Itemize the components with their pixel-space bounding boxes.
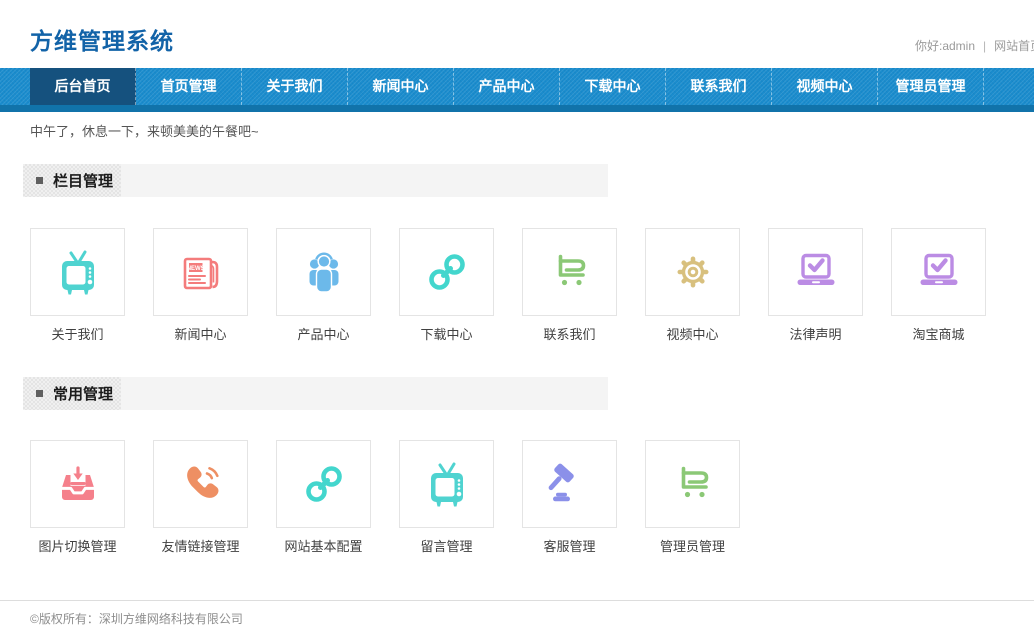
shortcut-label: 新闻中心 [153,326,248,344]
nav-tab-label: 新闻中心 [373,78,429,94]
shortcut-card[interactable] [891,228,986,316]
shortcut-label: 视频中心 [645,326,740,344]
nav-tab-label: 后台首页 [55,78,111,94]
section: 常用管理 图片切换管理 友情链接管理 网站基本配置 留言管理 客服管理 [0,377,1034,556]
welcome-message: 中午了，休息一下，来顿美美的午餐吧~ [30,124,1034,140]
shortcut-card[interactable] [645,228,740,316]
shortcut-card[interactable] [768,228,863,316]
shortcut-cell: 客服管理 [522,440,617,556]
shortcut-cell: 视频中心 [645,228,740,344]
shortcut-label: 联系我们 [522,326,617,344]
shortcut-cell: 产品中心 [276,228,371,344]
shortcut-cell: 图片切换管理 [30,440,125,556]
shortcut-cell: 淘宝商城 [891,228,986,344]
nav-tab-3[interactable]: 关于我们 [242,68,348,105]
shortcut-cell: 网站基本配置 [276,440,371,556]
shortcut-label: 友情链接管理 [153,538,248,556]
nav-tab-4[interactable]: 新闻中心 [348,68,454,105]
shortcut-label: 关于我们 [30,326,125,344]
nav-bar: 后台首页 首页管理 关于我们 新闻中心 产品中心 下载中心 联系我们 视频中心 … [0,68,1034,105]
cart-icon [546,248,594,296]
tv-icon [423,460,471,508]
nav-accent-strip [0,105,1034,112]
header-user-area: 你好:admin | 网站首页 [915,37,1034,54]
shortcut-label: 淘宝商城 [891,326,986,344]
nav-tab-label: 关于我们 [267,78,323,94]
laptop-check-icon [915,248,963,296]
shortcut-card[interactable] [276,228,371,316]
page-header: 方维管理系统 你好:admin | 网站首页 [0,0,1034,68]
shortcut-card[interactable] [522,440,617,528]
nav-tab-label: 产品中心 [479,78,535,94]
shortcut-card[interactable] [30,440,125,528]
nav-tab-2[interactable]: 首页管理 [136,68,242,105]
users-icon [300,248,348,296]
nav-tab-label: 联系我们 [691,78,747,94]
shortcut-cell: 新闻中心 [153,228,248,344]
shortcut-cell: 关于我们 [30,228,125,344]
shortcut-label: 留言管理 [399,538,494,556]
nav-tab-label: 视频中心 [797,78,853,94]
link-icon [423,248,471,296]
gear-icon [669,248,717,296]
section-title: 常用管理 [53,383,113,404]
shortcut-label: 客服管理 [522,538,617,556]
card-grid: 图片切换管理 友情链接管理 网站基本配置 留言管理 客服管理 管理员管理 [30,440,1034,556]
shortcut-label: 管理员管理 [645,538,740,556]
app-title: 方维管理系统 [30,22,174,56]
newspaper-icon [177,248,225,296]
link-icon [300,460,348,508]
cart-icon [669,460,717,508]
shortcut-card[interactable] [30,228,125,316]
gavel-icon [546,460,594,508]
shortcut-card[interactable] [645,440,740,528]
shortcut-card[interactable] [153,440,248,528]
user-greeting: 你好:admin [915,39,975,53]
section-header-bar: 常用管理 [23,377,608,410]
shortcut-card[interactable] [276,440,371,528]
nav-tab-8[interactable]: 视频中心 [772,68,878,105]
shortcut-label: 下载中心 [399,326,494,344]
nav-tab-5[interactable]: 产品中心 [454,68,560,105]
sections-host: 栏目管理 关于我们 新闻中心 产品中心 下载中心 联系我们 [0,164,1034,556]
nav-tab-label: 首页管理 [161,78,217,94]
site-home-link[interactable]: 网站首页 [994,39,1034,53]
shortcut-cell: 管理员管理 [645,440,740,556]
card-grid: 关于我们 新闻中心 产品中心 下载中心 联系我们 视频中心 法律 [30,228,1034,344]
phone-icon [177,460,225,508]
page-footer: ©版权所有：深圳方维网络科技有限公司 [0,600,1034,627]
shortcut-cell: 下载中心 [399,228,494,344]
shortcut-cell: 法律声明 [768,228,863,344]
shortcut-card[interactable] [399,228,494,316]
nav-tab-6[interactable]: 下载中心 [560,68,666,105]
header-divider: | [983,39,986,53]
laptop-check-icon [792,248,840,296]
shortcut-label: 网站基本配置 [276,538,371,556]
nav-tab-1[interactable]: 后台首页 [30,68,136,105]
shortcut-card[interactable] [399,440,494,528]
nav-tab-7[interactable]: 联系我们 [666,68,772,105]
section-header-bar: 栏目管理 [23,164,608,197]
section-title: 栏目管理 [53,170,113,191]
tv-icon [54,248,102,296]
nav-tab-label: 下载中心 [585,78,641,94]
main-nav: 后台首页 首页管理 关于我们 新闻中心 产品中心 下载中心 联系我们 视频中心 … [0,68,1034,112]
shortcut-label: 产品中心 [276,326,371,344]
nav-tabs: 后台首页 首页管理 关于我们 新闻中心 产品中心 下载中心 联系我们 视频中心 … [30,68,1034,105]
square-bullet-icon [36,177,43,184]
shortcut-cell: 留言管理 [399,440,494,556]
square-bullet-icon [36,390,43,397]
shortcut-card[interactable] [522,228,617,316]
shortcut-label: 图片切换管理 [30,538,125,556]
copyright-text: ©版权所有：深圳方维网络科技有限公司 [30,612,243,626]
shortcut-card[interactable] [153,228,248,316]
section: 栏目管理 关于我们 新闻中心 产品中心 下载中心 联系我们 [0,164,1034,344]
shortcut-cell: 友情链接管理 [153,440,248,556]
shortcut-cell: 联系我们 [522,228,617,344]
inbox-download-icon [54,460,102,508]
shortcut-label: 法律声明 [768,326,863,344]
nav-tab-9[interactable]: 管理员管理 [878,68,984,105]
nav-tab-label: 管理员管理 [896,78,966,94]
